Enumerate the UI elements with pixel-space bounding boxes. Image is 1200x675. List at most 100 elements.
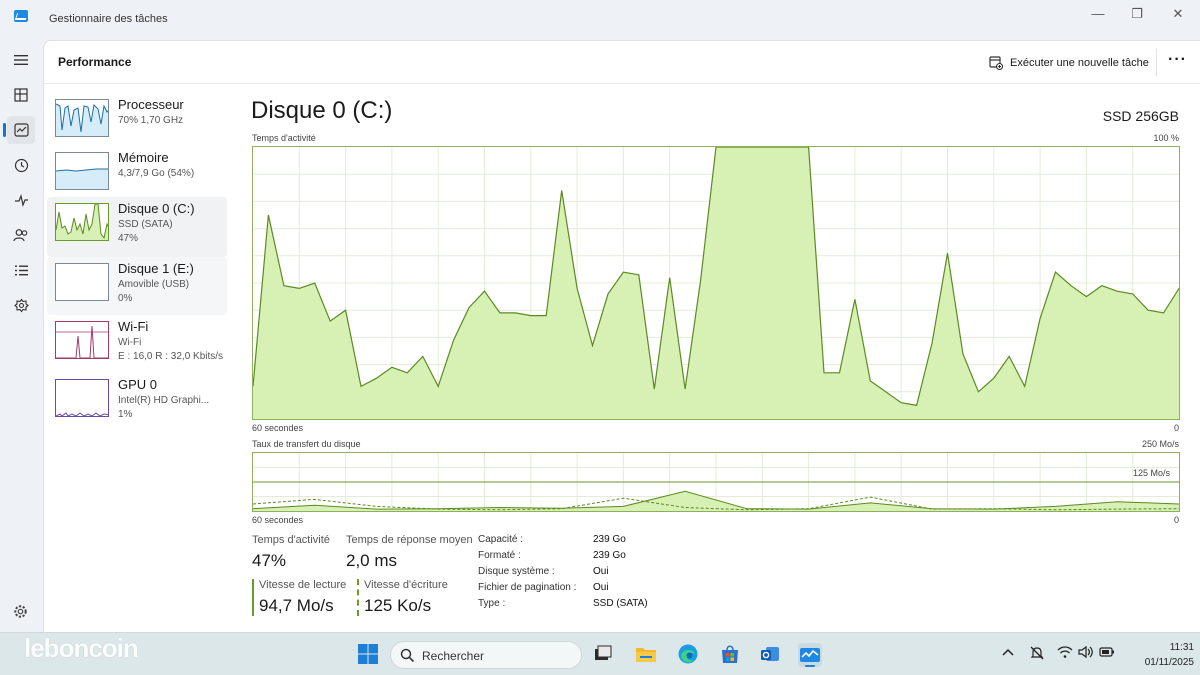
resource-subtitle: SSD (SATA) <box>118 219 173 230</box>
property-value: 239 Go <box>593 550 626 561</box>
nav-startup-apps[interactable] <box>7 186 35 214</box>
activity-graph-label: Temps d'activité <box>252 133 316 143</box>
page-title: Performance <box>58 55 132 69</box>
title-bar: Gestionnaire des tâches — ❐ ✕ <box>0 0 1200 40</box>
task-view-icon <box>595 645 612 660</box>
activity-graph-max: 100 % <box>1153 133 1179 143</box>
minimize-button[interactable]: — <box>1078 4 1118 24</box>
nav-services[interactable] <box>7 291 35 319</box>
disk-0-thumbnail <box>55 203 109 241</box>
resource-disk-0[interactable]: Disque 0 (C:) SSD (SATA) 47% <box>47 197 227 257</box>
more-options-button[interactable]: ··· <box>1168 51 1187 69</box>
tray-overflow-button[interactable] <box>1001 645 1015 662</box>
microsoft-store-button[interactable] <box>719 643 743 667</box>
resource-disk-1[interactable]: Disque 1 (E:) Amovible (USB) 0% <box>47 257 227 315</box>
activity-time-label: 60 secondes <box>252 423 304 433</box>
property-key: Disque système : <box>478 566 555 577</box>
resource-name: Processeur <box>118 97 184 112</box>
transfer-min-label: 0 <box>1173 515 1179 525</box>
clock[interactable]: 11:31 01/11/2025 <box>1118 640 1194 670</box>
nav-performance[interactable] <box>3 116 35 144</box>
resource-name: Disque 0 (C:) <box>118 201 195 216</box>
disk-1-thumbnail <box>55 263 109 301</box>
search-placeholder: Rechercher <box>422 649 485 663</box>
property-value: Oui <box>593 566 609 577</box>
start-button[interactable] <box>357 643 381 667</box>
task-manager-taskbar-button[interactable] <box>798 643 822 667</box>
windows-logo-icon <box>358 644 378 664</box>
property-value: SSD (SATA) <box>593 598 648 609</box>
property-value: Oui <box>593 582 609 593</box>
resource-usage: 0% <box>118 293 133 304</box>
memory-thumbnail <box>55 152 109 190</box>
resource-usage: 1% <box>118 409 133 420</box>
tray-volume-button[interactable] <box>1078 645 1094 662</box>
outlook-icon <box>761 647 779 661</box>
nav-details[interactable] <box>7 256 35 284</box>
resource-name: Disque 1 (E:) <box>118 261 194 276</box>
detail-title: Disque 0 (C:) <box>251 97 393 124</box>
wifi-thumbnail <box>55 321 109 359</box>
read-speed-value: 94,7 Mo/s <box>259 596 334 615</box>
settings-button[interactable] <box>13 604 28 623</box>
window-title: Gestionnaire des tâches <box>49 13 168 25</box>
file-explorer-button[interactable] <box>634 643 658 667</box>
property-key: Type : <box>478 598 506 609</box>
details-list-icon <box>14 265 28 275</box>
hamburger-icon <box>14 55 28 65</box>
battery-icon <box>1099 647 1114 657</box>
resource-subtitle: 70% 1,70 GHz <box>118 115 184 126</box>
nav-app-history[interactable] <box>7 151 35 179</box>
activity-min-label: 0 <box>1173 423 1179 433</box>
wifi-icon <box>1057 646 1073 658</box>
resource-usage: E : 16,0 R : 32,0 Kbits/s <box>118 351 224 362</box>
tray-wifi-button[interactable] <box>1057 645 1073 662</box>
clock-time: 11:31 <box>1169 642 1194 653</box>
clock-date: 01/11/2025 <box>1144 657 1194 668</box>
response-time-value: 2,0 ms <box>346 551 398 570</box>
processes-icon <box>14 88 28 102</box>
tray-battery-button[interactable] <box>1099 645 1115 662</box>
startup-icon <box>14 193 28 207</box>
edge-browser-button[interactable] <box>677 643 701 667</box>
store-icon <box>722 645 738 663</box>
folder-icon <box>636 648 656 662</box>
outlook-button[interactable] <box>759 643 783 667</box>
search-icon <box>400 648 415 663</box>
taskbar: Rechercher 11:31 01/11/2025 <box>0 632 1200 675</box>
read-speed-label: Vitesse de lecture <box>259 579 347 591</box>
hamburger-menu-button[interactable] <box>7 46 35 74</box>
disk-0-thumb-fill <box>56 204 108 240</box>
speaker-icon <box>1078 645 1093 659</box>
resource-gpu[interactable]: GPU 0 Intel(R) HD Graphi... 1% <box>47 373 227 431</box>
gear-icon <box>14 605 27 618</box>
resource-wifi[interactable]: Wi-Fi Wi-Fi E : 16,0 R : 32,0 Kbits/s <box>47 315 227 373</box>
active-time-value: 47% <box>252 551 287 570</box>
nav-users[interactable] <box>7 221 35 249</box>
new-task-icon <box>989 56 1003 70</box>
header-divider <box>1156 49 1157 76</box>
resource-subtitle: Wi-Fi <box>118 337 142 348</box>
task-view-button[interactable] <box>592 643 616 667</box>
transfer-graph <box>252 452 1180 512</box>
close-button[interactable]: ✕ <box>1158 4 1198 24</box>
run-new-task-button[interactable]: Exécuter une nouvelle tâche <box>989 53 1149 73</box>
task-manager-app-icon <box>14 10 28 22</box>
transfer-graph-mid: 125 Mo/s <box>1132 468 1170 478</box>
taskbar-search[interactable]: Rechercher <box>390 641 582 669</box>
navigation-rail <box>0 40 42 632</box>
resource-memory[interactable]: Mémoire 4,3/7,9 Go (54%) <box>47 146 227 204</box>
property-key: Fichier de pagination : <box>478 582 577 593</box>
gpu-thumb-line <box>56 412 108 416</box>
edge-icon <box>678 644 698 664</box>
write-speed-indicator <box>357 579 359 616</box>
maximize-button[interactable]: ❐ <box>1117 4 1157 24</box>
bell-off-icon <box>1030 646 1044 660</box>
active-time-label: Temps d'activité <box>252 534 330 546</box>
tray-notification-off-button[interactable] <box>1029 645 1045 664</box>
nav-processes[interactable] <box>7 81 35 109</box>
write-speed-value: 125 Ko/s <box>364 596 432 615</box>
panel-header: Performance Exécuter une nouvelle tâche … <box>44 41 1200 84</box>
response-time-label: Temps de réponse moyen <box>346 534 473 546</box>
resource-processor[interactable]: Processeur 70% 1,70 GHz <box>47 93 227 151</box>
